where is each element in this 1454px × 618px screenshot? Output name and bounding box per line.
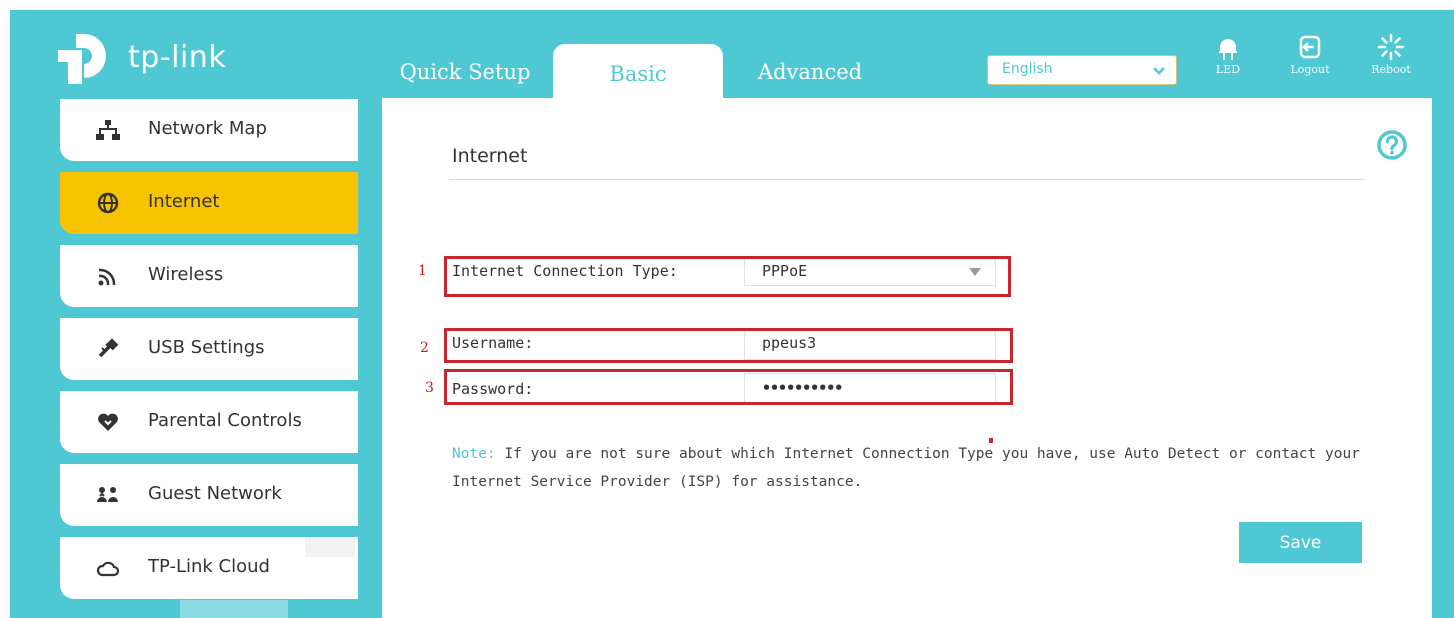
sidebar-item-internet[interactable]: Internet bbox=[60, 172, 358, 234]
sidebar-cloud-overlay bbox=[305, 537, 355, 557]
annotation-box-3 bbox=[444, 369, 1013, 405]
save-button[interactable]: Save bbox=[1239, 522, 1362, 563]
help-icon[interactable] bbox=[1375, 128, 1409, 162]
heart-icon bbox=[98, 413, 118, 431]
wireless-icon bbox=[98, 268, 116, 286]
sidebar-item-label: Wireless bbox=[148, 264, 224, 285]
sidebar-item-wireless[interactable]: Wireless bbox=[60, 245, 358, 307]
title-divider bbox=[449, 179, 1364, 180]
annotation-box-2 bbox=[444, 328, 1013, 363]
page-title: Internet bbox=[452, 145, 528, 167]
brand-name: tp-link bbox=[128, 40, 227, 75]
reboot-button[interactable]: Reboot bbox=[1366, 33, 1416, 76]
sidebar-item-label: TP-Link Cloud bbox=[148, 556, 270, 577]
tab-basic[interactable]: Basic bbox=[553, 44, 723, 104]
annotation-number-1: 1 bbox=[418, 263, 427, 279]
sidebar-item-usb-settings[interactable]: USB Settings bbox=[60, 318, 358, 380]
led-icon bbox=[1219, 39, 1237, 60]
logout-button[interactable]: Logout bbox=[1285, 33, 1335, 76]
guest-icon bbox=[97, 487, 118, 502]
cloud-icon bbox=[96, 561, 120, 577]
annotation-box-1 bbox=[444, 256, 1011, 297]
chevron-down-icon bbox=[1153, 67, 1165, 75]
network-map-icon bbox=[96, 120, 120, 140]
logout-icon bbox=[1299, 35, 1321, 59]
led-button[interactable]: LED bbox=[1203, 33, 1253, 76]
sidebar-scroll-indicator[interactable] bbox=[180, 600, 288, 618]
led-label: LED bbox=[1215, 63, 1241, 76]
language-select[interactable]: English bbox=[987, 55, 1177, 85]
note-text-line-2: Internet Service Provider (ISP) for assi… bbox=[452, 474, 863, 490]
sidebar-item-parental-controls[interactable]: Parental Controls bbox=[60, 391, 358, 453]
sidebar-item-label: Parental Controls bbox=[148, 410, 302, 431]
sidebar-item-guest-network[interactable]: Guest Network bbox=[60, 464, 358, 526]
sidebar-item-label: USB Settings bbox=[148, 337, 265, 358]
sidebar-item-label: Network Map bbox=[148, 118, 267, 139]
sidebar-item-label: Internet bbox=[148, 191, 220, 212]
tab-advanced[interactable]: Advanced bbox=[730, 44, 890, 100]
note-label: Note: bbox=[452, 446, 496, 462]
usb-icon bbox=[98, 338, 119, 358]
globe-icon bbox=[97, 192, 119, 214]
tab-quick-setup[interactable]: Quick Setup bbox=[385, 44, 545, 100]
language-value: English bbox=[1002, 61, 1053, 77]
annotation-number-3: 3 bbox=[425, 380, 434, 396]
help-note: Note: If you are not sure about which In… bbox=[452, 440, 1362, 496]
note-text-line-1: If you are not sure about which Internet… bbox=[495, 446, 1360, 462]
logout-label: Logout bbox=[1290, 63, 1330, 76]
sidebar-item-network-map[interactable]: Network Map bbox=[60, 99, 358, 161]
reboot-icon bbox=[1377, 33, 1405, 61]
annotation-number-2: 2 bbox=[420, 340, 429, 356]
reboot-label: Reboot bbox=[1371, 63, 1411, 76]
sidebar-item-label: Guest Network bbox=[148, 483, 282, 504]
